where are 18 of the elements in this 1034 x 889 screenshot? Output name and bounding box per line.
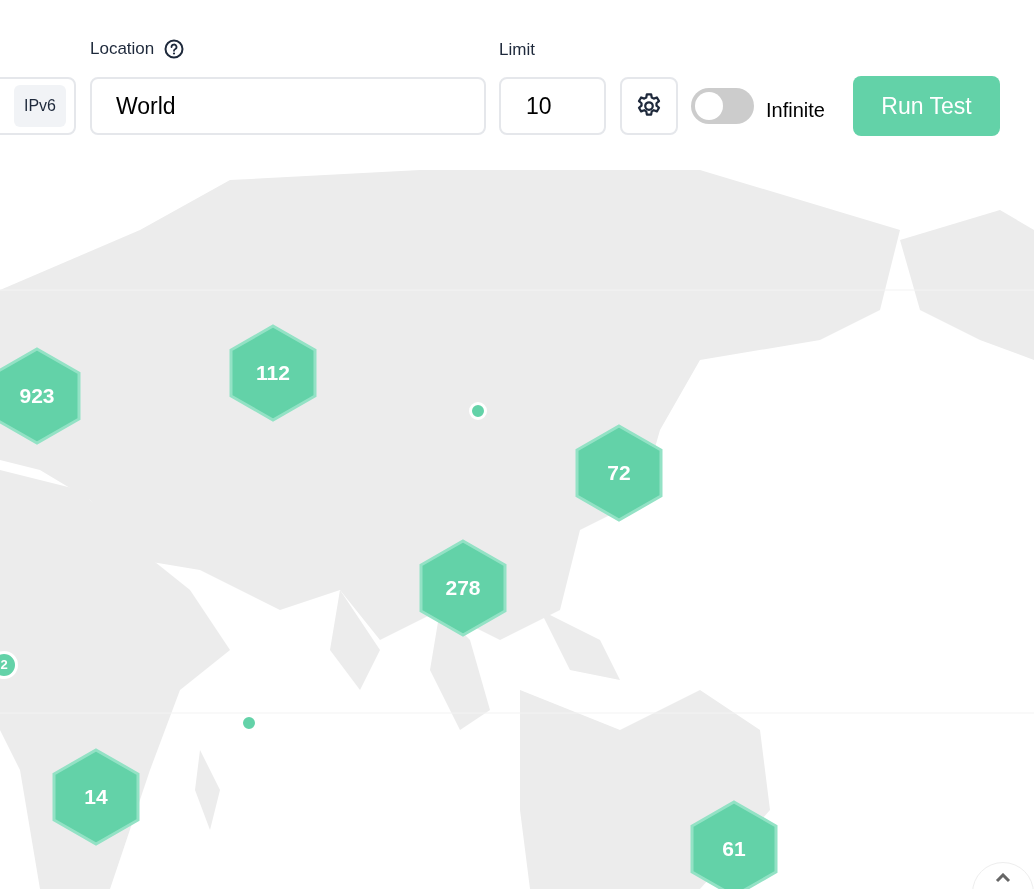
chevron-up-icon <box>995 873 1011 883</box>
infinite-toggle[interactable] <box>691 88 754 124</box>
cluster-marker[interactable]: 61 <box>690 800 778 889</box>
infinite-label: Infinite <box>766 98 825 123</box>
settings-button[interactable] <box>620 77 678 135</box>
protocol-option[interactable]: IPv6 <box>14 85 66 127</box>
cluster-marker[interactable]: 2 <box>0 651 18 679</box>
location-input[interactable]: World <box>90 77 486 135</box>
cluster-marker[interactable]: 278 <box>419 539 507 637</box>
cluster-marker[interactable]: 14 <box>52 748 140 846</box>
cluster-marker[interactable]: 72 <box>575 424 663 522</box>
help-icon[interactable] <box>164 38 185 59</box>
location-label: Location <box>90 38 155 60</box>
limit-input[interactable]: 10 <box>499 77 606 135</box>
run-test-button[interactable]: Run Test <box>853 76 1000 136</box>
cluster-marker[interactable]: 112 <box>229 324 317 422</box>
limit-label: Limit <box>499 39 535 61</box>
cluster-marker[interactable]: 923 <box>0 347 81 445</box>
